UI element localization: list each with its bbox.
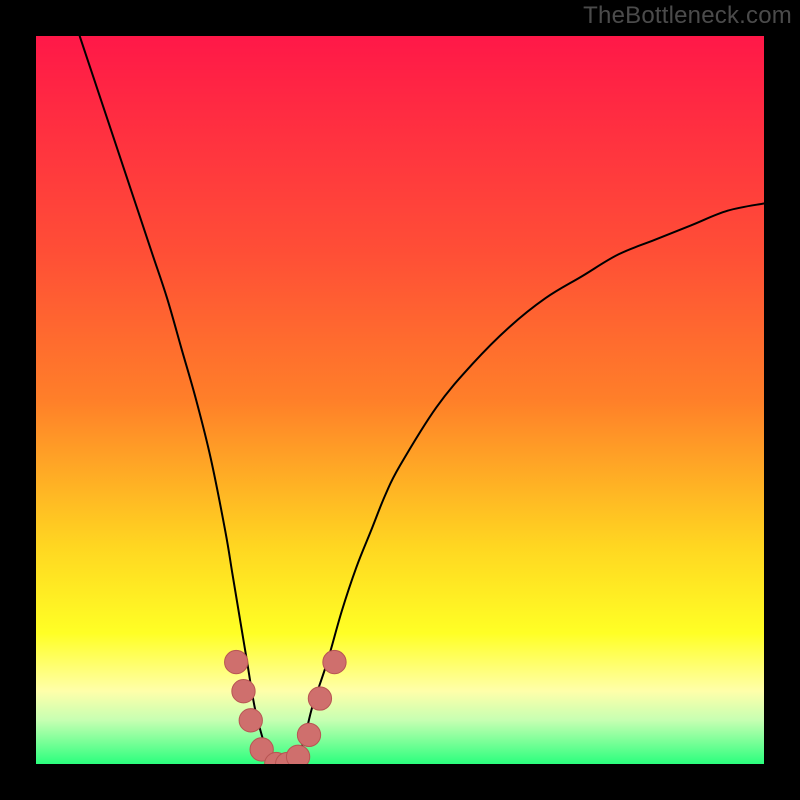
chart-frame: TheBottleneck.com xyxy=(0,0,800,800)
curve-marker xyxy=(286,745,309,764)
curve-marker xyxy=(225,650,248,673)
curve-marker xyxy=(323,650,346,673)
curve-marker xyxy=(232,680,255,703)
curve-marker xyxy=(297,723,320,746)
gradient-background xyxy=(36,36,764,764)
bottleneck-chart xyxy=(36,36,764,764)
plot-area xyxy=(36,36,764,764)
watermark-text: TheBottleneck.com xyxy=(583,2,792,30)
curve-marker xyxy=(239,709,262,732)
curve-marker xyxy=(308,687,331,710)
